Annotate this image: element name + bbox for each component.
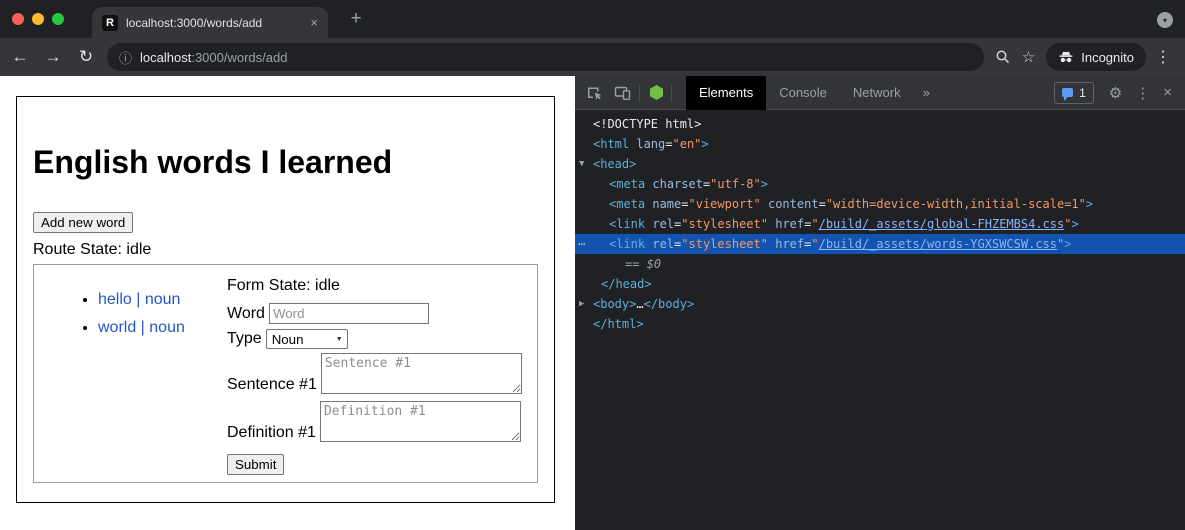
toolbar-divider <box>671 84 672 102</box>
url-text: localhost:3000/words/add <box>140 50 287 65</box>
code-text: == $0 <box>575 257 661 271</box>
more-tabs-icon[interactable]: » <box>914 85 939 100</box>
word-list-column: hello | noun world | noun <box>34 265 227 482</box>
tab-network[interactable]: Network <box>840 76 914 110</box>
main-content: English words I learned Add new word Rou… <box>0 76 1185 530</box>
bookmark-star-icon[interactable]: ☆ <box>1022 48 1035 66</box>
code-line[interactable]: <html lang="en"> <box>575 134 1185 154</box>
device-toolbar-icon[interactable] <box>614 85 631 101</box>
type-label: Type <box>227 330 262 348</box>
tab-console[interactable]: Console <box>766 76 840 110</box>
list-item: world | noun <box>98 319 227 337</box>
url-path: :3000/words/add <box>191 50 287 65</box>
form-state-text: Form State: idle <box>227 277 537 295</box>
code-text: <link rel="stylesheet" href="/build/_ass… <box>575 237 1071 251</box>
submit-button[interactable]: Submit <box>227 454 284 475</box>
sentence-textarea[interactable] <box>321 353 522 394</box>
zoom-icon[interactable] <box>995 49 1011 65</box>
expand-icon[interactable]: ▶ <box>579 294 584 314</box>
code-line[interactable]: <meta charset="utf-8"> <box>575 174 1185 194</box>
route-state-text: Route State: idle <box>33 241 538 259</box>
incognito-icon <box>1058 49 1074 65</box>
issues-bubble-icon <box>1062 88 1073 97</box>
tab-close-icon[interactable]: × <box>310 15 318 30</box>
devtools-panel: Elements Console Network » 1 ⚙ ⋮ × <!DOC… <box>575 76 1185 530</box>
code-line[interactable]: <meta name="viewport" content="width=dev… <box>575 194 1185 214</box>
browser-window: R localhost:3000/words/add × + ▾ ← → ↻ ⓘ… <box>0 0 1185 530</box>
app-container: English words I learned Add new word Rou… <box>16 96 555 503</box>
code-text: <link rel="stylesheet" href="/build/_ass… <box>575 217 1079 231</box>
code-text: </html> <box>575 317 644 331</box>
devtools-toolbar: Elements Console Network » 1 ⚙ ⋮ × <box>575 76 1185 110</box>
code-line[interactable]: </head> <box>575 274 1185 294</box>
devtools-settings-icon[interactable]: ⚙ <box>1109 84 1122 102</box>
word-link-world[interactable]: world | noun <box>98 319 185 336</box>
word-list: hello | noun world | noun <box>58 291 227 337</box>
code-text: <html lang="en"> <box>575 137 709 151</box>
code-text: <meta charset="utf-8"> <box>575 177 768 191</box>
words-panel: hello | noun world | noun Form State: id… <box>33 264 538 483</box>
code-text: <!DOCTYPE html> <box>575 117 701 131</box>
devtools-menu-icon[interactable]: ⋮ <box>1135 84 1150 102</box>
collapse-icon[interactable]: ▼ <box>579 154 584 174</box>
window-minimize-button[interactable] <box>32 13 44 25</box>
window-maximize-button[interactable] <box>52 13 64 25</box>
devtools-tabs: Elements Console Network » <box>686 76 939 110</box>
back-button[interactable]: ← <box>7 47 33 67</box>
browser-tab[interactable]: R localhost:3000/words/add × <box>92 7 328 38</box>
type-select-value: Noun <box>272 332 304 347</box>
code-text: <body>…</body> <box>575 297 694 311</box>
tab-search-button[interactable]: ▾ <box>1157 12 1173 28</box>
code-line[interactable]: <link rel="stylesheet" href="/build/_ass… <box>575 214 1185 234</box>
code-text: </head> <box>575 277 652 291</box>
url-host: localhost <box>140 50 191 65</box>
remix-favicon-icon: R <box>102 15 118 31</box>
inspect-element-icon[interactable] <box>586 84 603 101</box>
select-arrow-icon: ▼ <box>336 336 343 343</box>
web-page: English words I learned Add new word Rou… <box>0 76 575 530</box>
browser-menu-icon[interactable]: ⋮ <box>1155 47 1171 67</box>
type-select[interactable]: Noun ▼ <box>266 329 348 349</box>
incognito-label: Incognito <box>1081 50 1134 65</box>
node-extension-icon[interactable] <box>650 85 663 100</box>
add-word-form: Form State: idle Word Type Noun ▼ <box>227 265 537 482</box>
reload-button[interactable]: ↻ <box>73 47 99 67</box>
definition-label: Definition #1 <box>227 424 316 442</box>
tab-strip: R localhost:3000/words/add × + ▾ <box>0 0 1185 38</box>
window-controls <box>12 13 64 25</box>
add-new-word-button[interactable]: Add new word <box>33 212 133 233</box>
code-line[interactable]: <!DOCTYPE html> <box>575 114 1185 134</box>
issues-counter[interactable]: 1 <box>1054 82 1094 104</box>
word-link-hello[interactable]: hello | noun <box>98 291 180 308</box>
page-info-icon[interactable]: ⓘ <box>119 48 132 67</box>
devtools-code: <!DOCTYPE html> <html lang="en"> ▼<head> <m… <box>575 110 1185 530</box>
code-line[interactable]: ▼<head> <box>575 154 1185 174</box>
toolbar-divider <box>639 84 640 102</box>
more-actions-icon[interactable]: ⋯ <box>578 234 585 254</box>
code-line-selected[interactable]: ⋯<link rel="stylesheet" href="/build/_as… <box>575 234 1185 254</box>
issues-count: 1 <box>1079 86 1086 100</box>
code-text: <meta name="viewport" content="width=dev… <box>575 197 1093 211</box>
tab-elements[interactable]: Elements <box>686 76 766 110</box>
code-line[interactable]: </html> <box>575 314 1185 334</box>
code-line[interactable]: ▶<body>…</body> <box>575 294 1185 314</box>
definition-textarea[interactable] <box>320 401 521 442</box>
forward-button[interactable]: → <box>40 47 66 67</box>
incognito-badge: Incognito <box>1046 43 1146 71</box>
sentence-label: Sentence #1 <box>227 376 317 394</box>
code-line[interactable]: == $0 <box>575 254 1185 274</box>
address-bar: ← → ↻ ⓘ localhost:3000/words/add ☆ Incog… <box>0 38 1185 76</box>
word-label: Word <box>227 305 265 323</box>
devtools-close-icon[interactable]: × <box>1163 84 1172 101</box>
new-tab-button[interactable]: + <box>342 5 370 33</box>
url-input[interactable]: ⓘ localhost:3000/words/add <box>107 43 984 71</box>
window-close-button[interactable] <box>12 13 24 25</box>
page-title: English words I learned <box>33 144 538 181</box>
word-input[interactable] <box>269 303 429 324</box>
tab-title: localhost:3000/words/add <box>126 16 302 30</box>
list-item: hello | noun <box>98 291 227 309</box>
